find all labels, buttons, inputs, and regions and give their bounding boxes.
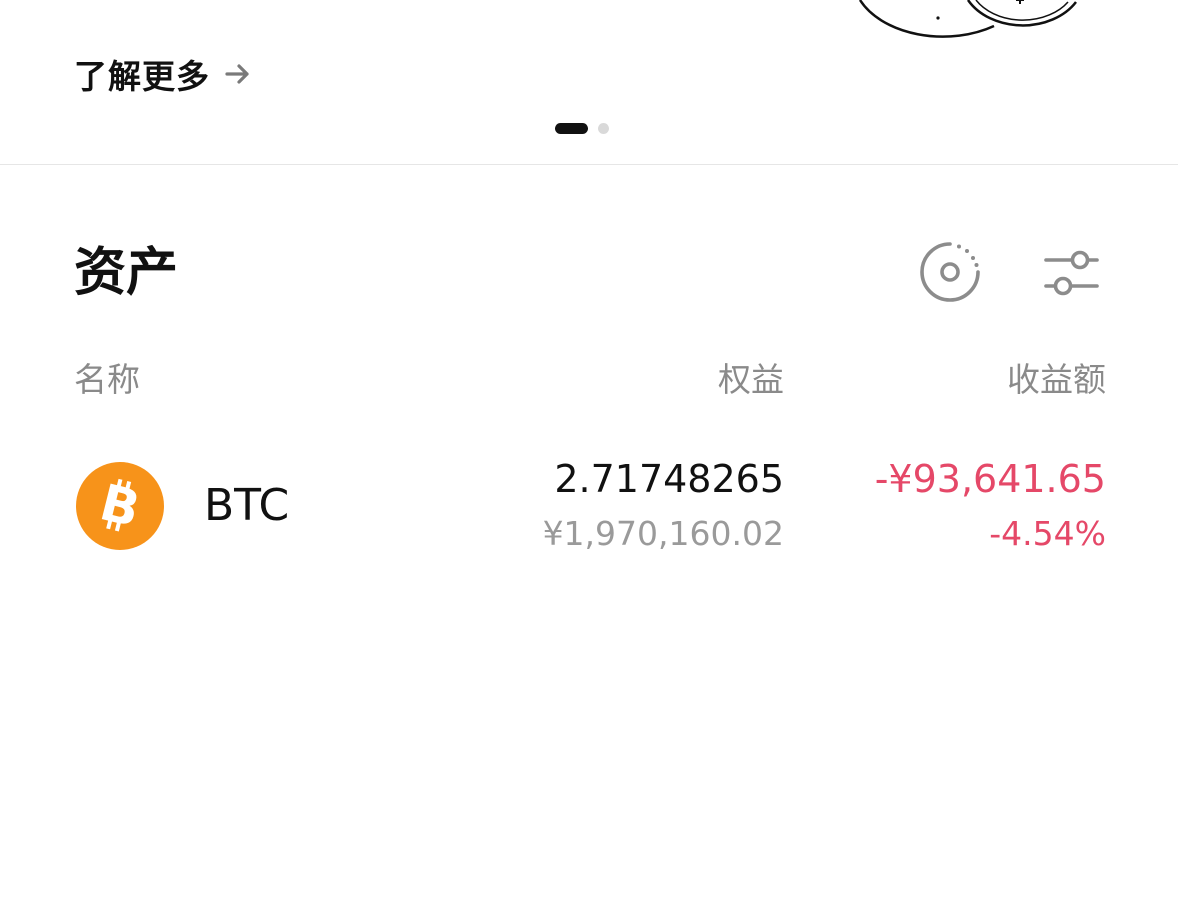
coins-illustration-icon — [858, 0, 1077, 38]
asset-row-btc[interactable]: B BTC 2.71748265 ¥1,970,160.02 -¥93,641.… — [0, 440, 1178, 570]
pnl-amount: -¥93,641.65 — [874, 457, 1106, 501]
equity-fiat-value: ¥1,970,160.02 — [542, 514, 784, 553]
app-screen: 了解更多 资产 名称 权益 收益额 B BTC 2.71748265 ¥1,97… — [0, 0, 1178, 907]
arrow-right-icon — [225, 64, 249, 84]
column-header-pnl[interactable]: 收益额 — [1007, 358, 1106, 402]
bitcoin-icon: B — [76, 462, 164, 550]
learn-more-label: 了解更多 — [74, 57, 210, 96]
section-divider — [0, 164, 1178, 165]
pager-dot[interactable] — [598, 123, 609, 134]
assets-title: 资产 — [74, 243, 179, 303]
distribution-chart-button[interactable] — [919, 241, 981, 303]
pnl-percent: -4.54% — [989, 514, 1106, 553]
column-header-equity[interactable]: 权益 — [718, 358, 784, 402]
learn-more-link[interactable]: 了解更多 — [74, 52, 252, 96]
distribution-chart-icon — [920, 242, 980, 302]
carousel-pager — [555, 123, 609, 134]
column-header-name[interactable]: 名称 — [74, 358, 140, 402]
pager-dot-active[interactable] — [555, 123, 588, 134]
filter-settings-button[interactable] — [1040, 241, 1102, 303]
equity-amount: 2.71748265 — [554, 457, 784, 501]
coin-symbol: BTC — [204, 480, 290, 531]
sliders-icon — [1044, 250, 1099, 296]
